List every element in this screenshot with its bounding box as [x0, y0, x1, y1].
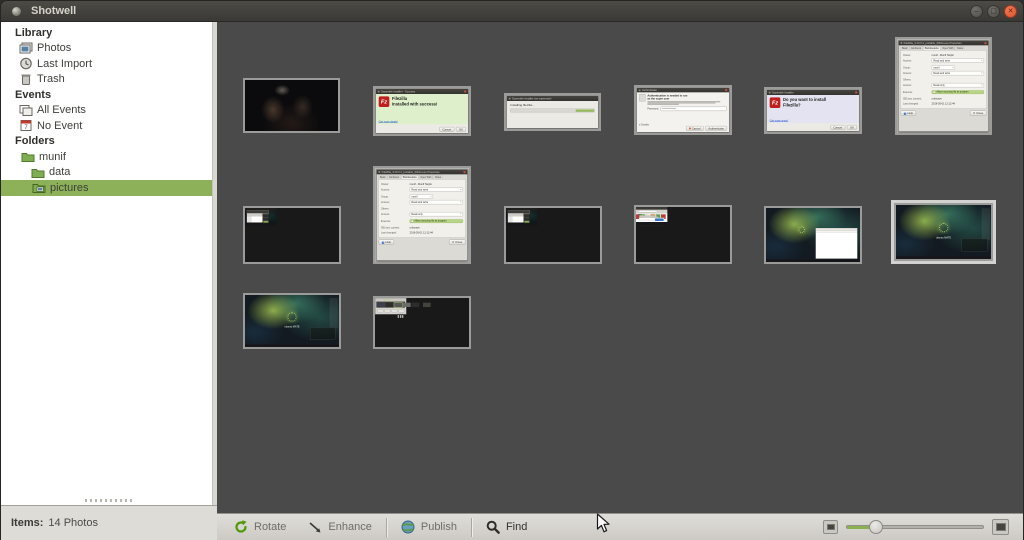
sidebar-scrollbar[interactable]: [212, 22, 217, 505]
app-icon: [12, 7, 21, 16]
folder-icon: [31, 166, 45, 179]
photo-thumbnail[interactable]: FileZilla_3.10.0.2_portable_64bits.exe P…: [373, 166, 471, 264]
publish-button[interactable]: Publish: [390, 514, 468, 540]
photo-thumbnail[interactable]: [504, 206, 602, 264]
photo-thumbnail[interactable]: [243, 206, 341, 264]
enhance-label: Enhance: [328, 521, 371, 533]
installer-progress-photo: Superdeb installer (as superuser) Instal…: [506, 95, 599, 129]
dialog-close-icon: [464, 90, 466, 92]
sidebar-category-folders[interactable]: Folders: [1, 134, 212, 150]
close-button[interactable]: ✕: [1004, 5, 1017, 18]
shotwell-window: Shotwell – ▢ ✕ Library Photos: [0, 0, 1024, 540]
sidebar-item-trash[interactable]: Trash: [1, 72, 212, 88]
sidebar-item-all-events[interactable]: All Events: [1, 103, 212, 119]
items-count: 14 Photos: [48, 517, 98, 529]
item-label: munif: [39, 151, 66, 163]
installer-success-photo: Superdeb Installer - Success Fz Filezill…: [375, 88, 469, 134]
mate-desktop-photo: ubuntu MATE: [245, 295, 339, 347]
pictures-folder-icon: [32, 181, 46, 194]
sidebar-item-no-event[interactable]: 7 No Event: [1, 118, 212, 134]
maximize-button[interactable]: ▢: [987, 5, 1000, 18]
find-icon: [486, 520, 500, 534]
zoom-slider[interactable]: [846, 520, 984, 534]
title-bar[interactable]: Shotwell – ▢ ✕: [1, 1, 1023, 22]
photo-thumbnail[interactable]: Superdeb installer (as superuser) Instal…: [504, 93, 601, 131]
mate-desktop-photo: ubuntu MATE: [896, 205, 991, 259]
category-label: Folders: [15, 135, 55, 147]
sidebar-item-photos[interactable]: Photos: [1, 41, 212, 57]
item-label: Last Import: [37, 58, 92, 70]
item-label: Photos: [37, 42, 71, 54]
sidebar-item-last-import[interactable]: Last Import: [1, 56, 212, 72]
enhance-icon: [308, 520, 322, 534]
filezilla-logo: Fz: [770, 97, 781, 108]
sidebar-category-events[interactable]: Events: [1, 87, 212, 103]
sidebar-item-folder-munif[interactable]: munif: [1, 149, 212, 165]
sidebar-item-folder-pictures[interactable]: pictures: [1, 180, 212, 196]
photo-thumbnail[interactable]: Superdeb Installer - Success Fz Filezill…: [373, 86, 471, 136]
zoom-out-button[interactable]: [823, 520, 838, 534]
movie-scene-photo: [245, 80, 338, 131]
thumbnail-zoom-control: [823, 519, 1017, 535]
sidebar-category-library[interactable]: Library: [1, 25, 212, 41]
properties-dialog-photo: FileZilla_3.10.0.2_portable_64bits.exe P…: [897, 39, 990, 133]
sidebar-item-folder-data[interactable]: data: [1, 165, 212, 181]
filezilla-logo: Fz: [379, 96, 390, 107]
sidebar: Library Photos Last Import: [1, 22, 217, 540]
zoom-in-icon: [996, 523, 1006, 531]
bottom-toolbar: Rotate Enhance Publish Find: [217, 513, 1023, 540]
rotate-label: Rotate: [254, 521, 286, 533]
zoom-out-icon: [827, 524, 835, 530]
trash-icon: [19, 73, 33, 86]
browser-page-photo: [636, 207, 667, 225]
photo-thumbnail[interactable]: [764, 206, 862, 264]
window-controls: – ▢ ✕: [970, 5, 1017, 18]
enhance-button[interactable]: Enhance: [297, 514, 382, 540]
zoom-slider-thumb[interactable]: [869, 520, 883, 534]
sidebar-resize-handle[interactable]: [85, 499, 133, 502]
photo-thumbnail[interactable]: [373, 296, 471, 349]
auth-key-icon: [639, 94, 645, 101]
image-viewer-photo: [375, 298, 406, 314]
toolbar-separator: [471, 518, 472, 537]
minimize-button[interactable]: –: [970, 5, 983, 18]
desktop-filemanager-photo: [506, 208, 537, 226]
photo-thumbnail[interactable]: [243, 78, 340, 133]
installer-question-photo: Superdeb Installer Fz Do you want to ins…: [766, 89, 860, 132]
photo-thumbnail-selected[interactable]: ubuntu MATE: [894, 203, 993, 261]
find-button[interactable]: Find: [475, 514, 538, 540]
folder-icon: [21, 150, 35, 163]
publish-label: Publish: [421, 521, 457, 533]
item-label: pictures: [50, 182, 89, 194]
photos-icon: [19, 42, 33, 55]
window-title: Shotwell: [31, 5, 76, 17]
item-label: All Events: [37, 104, 86, 116]
publish-icon: [401, 520, 415, 534]
desktop-window-photo: [766, 208, 860, 262]
item-label: No Event: [37, 120, 82, 132]
photo-thumbnail[interactable]: ubuntu MATE: [243, 293, 341, 349]
no-event-icon: 7: [19, 119, 33, 132]
desktop-filemanager-photo: [245, 208, 276, 226]
photo-thumbnail[interactable]: Superdeb Installer Fz Do you want to ins…: [764, 87, 862, 134]
rotate-button[interactable]: Rotate: [223, 514, 297, 540]
items-label: Items:: [11, 517, 43, 529]
item-label: data: [49, 166, 70, 178]
all-events-icon: [19, 104, 33, 117]
photo-thumbnail[interactable]: [634, 205, 732, 264]
item-label: Trash: [37, 73, 65, 85]
category-label: Library: [15, 27, 52, 39]
find-label: Find: [506, 521, 527, 533]
photo-thumbnail[interactable]: FileZilla_3.10.0.2_portable_64bits.exe P…: [895, 37, 992, 135]
sidebar-tree: Library Photos Last Import: [1, 22, 212, 505]
last-import-icon: [19, 57, 33, 70]
auth-dialog-photo: Authenticate Authentication is needed to…: [636, 87, 730, 133]
properties-dialog-photo: FileZilla_3.10.0.2_portable_64bits.exe P…: [375, 168, 469, 262]
items-status-bar: Items: 14 Photos: [1, 505, 217, 540]
rotate-icon: [234, 520, 248, 534]
photo-thumbnail[interactable]: Authenticate Authentication is needed to…: [634, 85, 732, 135]
zoom-in-button[interactable]: [992, 519, 1009, 535]
toolbar-separator: [386, 518, 387, 537]
category-label: Events: [15, 89, 51, 101]
